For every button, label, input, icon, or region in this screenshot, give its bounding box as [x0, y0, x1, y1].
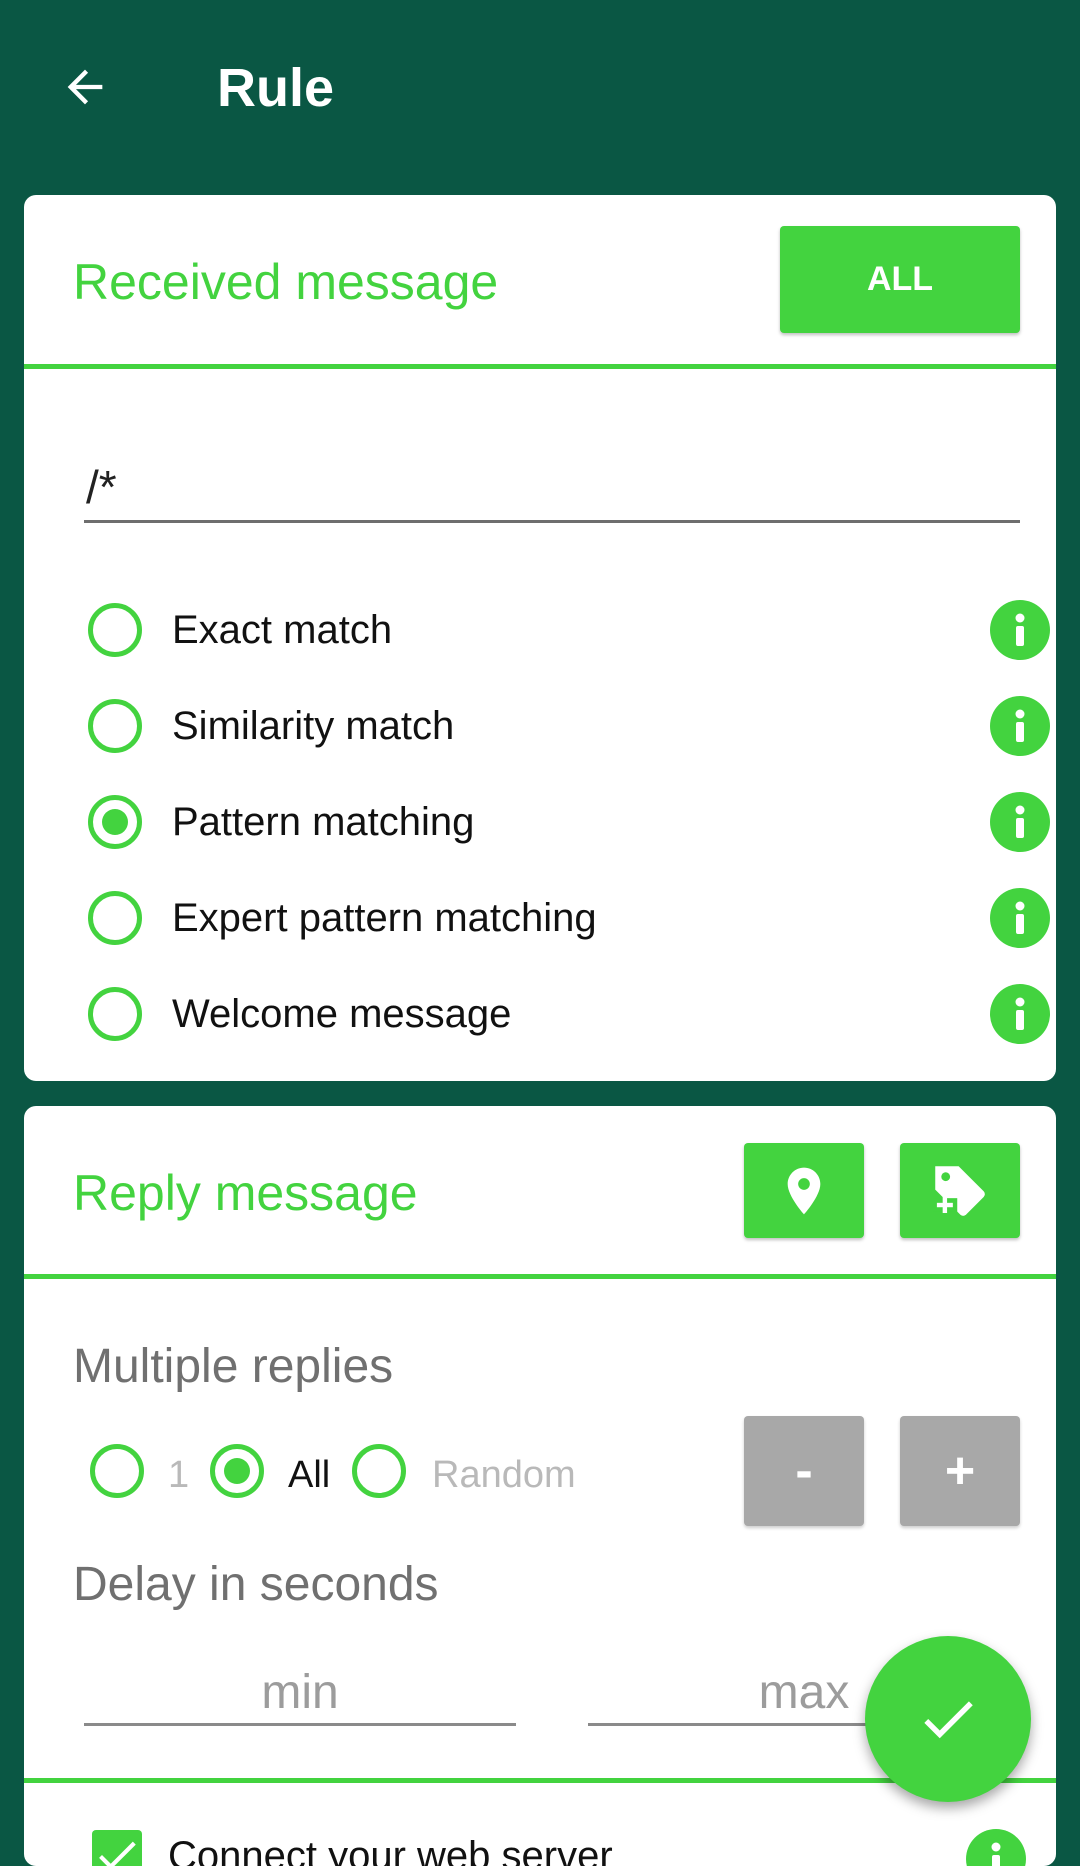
option-label: Exact match [172, 608, 393, 652]
info-icon[interactable] [990, 696, 1050, 756]
pattern-matching-radio[interactable] [88, 795, 142, 849]
info-icon[interactable] [990, 600, 1050, 660]
expert-pattern-matching-radio[interactable] [88, 891, 142, 945]
reply-message-title: Reply message [73, 1165, 418, 1221]
decrease-button[interactable]: - [744, 1416, 864, 1526]
received-message-card: Received message ALL Exact match Similar… [24, 195, 1056, 1081]
info-icon[interactable] [990, 984, 1050, 1044]
multiple-replies-label: Multiple replies [73, 1340, 394, 1393]
save-fab-button[interactable] [865, 1636, 1031, 1802]
web-server-label: Connect your web server [168, 1834, 613, 1866]
tag-plus-icon [932, 1165, 985, 1216]
reply-all-label: All [288, 1454, 331, 1496]
divider [24, 364, 1056, 369]
delay-min-input[interactable] [84, 1662, 516, 1726]
back-button[interactable] [52, 54, 118, 120]
check-icon [99, 1841, 136, 1866]
reply-count-1-radio[interactable] [90, 1444, 144, 1498]
add-tag-button[interactable] [900, 1143, 1020, 1238]
exact-match-radio[interactable] [88, 603, 142, 657]
option-exact-match[interactable]: Exact match [88, 590, 1054, 670]
divider [24, 1274, 1056, 1279]
info-icon[interactable] [966, 1829, 1026, 1866]
welcome-message-radio[interactable] [88, 987, 142, 1041]
option-similarity-match[interactable]: Similarity match [88, 686, 1054, 766]
web-server-checkbox[interactable] [92, 1830, 142, 1866]
arrow-left-icon [67, 69, 103, 105]
reply-random-label: Random [432, 1454, 576, 1496]
delay-label: Delay in seconds [73, 1558, 439, 1611]
message-pattern-input[interactable] [84, 453, 1020, 523]
info-icon[interactable] [990, 888, 1050, 948]
option-label: Pattern matching [172, 800, 475, 844]
received-message-title: Received message [73, 254, 499, 310]
reply-random-radio[interactable] [352, 1444, 406, 1498]
location-button[interactable] [744, 1143, 864, 1238]
reply-count-1-label: 1 [168, 1454, 190, 1496]
increase-button[interactable]: + [900, 1416, 1020, 1526]
option-pattern-matching[interactable]: Pattern matching [88, 782, 1054, 862]
option-label: Welcome message [172, 992, 512, 1036]
similarity-match-radio[interactable] [88, 699, 142, 753]
option-label: Similarity match [172, 704, 455, 748]
map-marker-icon [787, 1167, 821, 1214]
option-welcome-message[interactable]: Welcome message [88, 974, 1054, 1054]
info-icon[interactable] [990, 792, 1050, 852]
check-icon [924, 1701, 973, 1739]
app-bar: Rule [0, 0, 1080, 180]
reply-all-radio[interactable] [210, 1444, 264, 1498]
option-expert-pattern-matching[interactable]: Expert pattern matching [88, 878, 1054, 958]
option-label: Expert pattern matching [172, 896, 597, 940]
all-button[interactable]: ALL [780, 226, 1020, 333]
page-title: Rule [217, 58, 335, 118]
